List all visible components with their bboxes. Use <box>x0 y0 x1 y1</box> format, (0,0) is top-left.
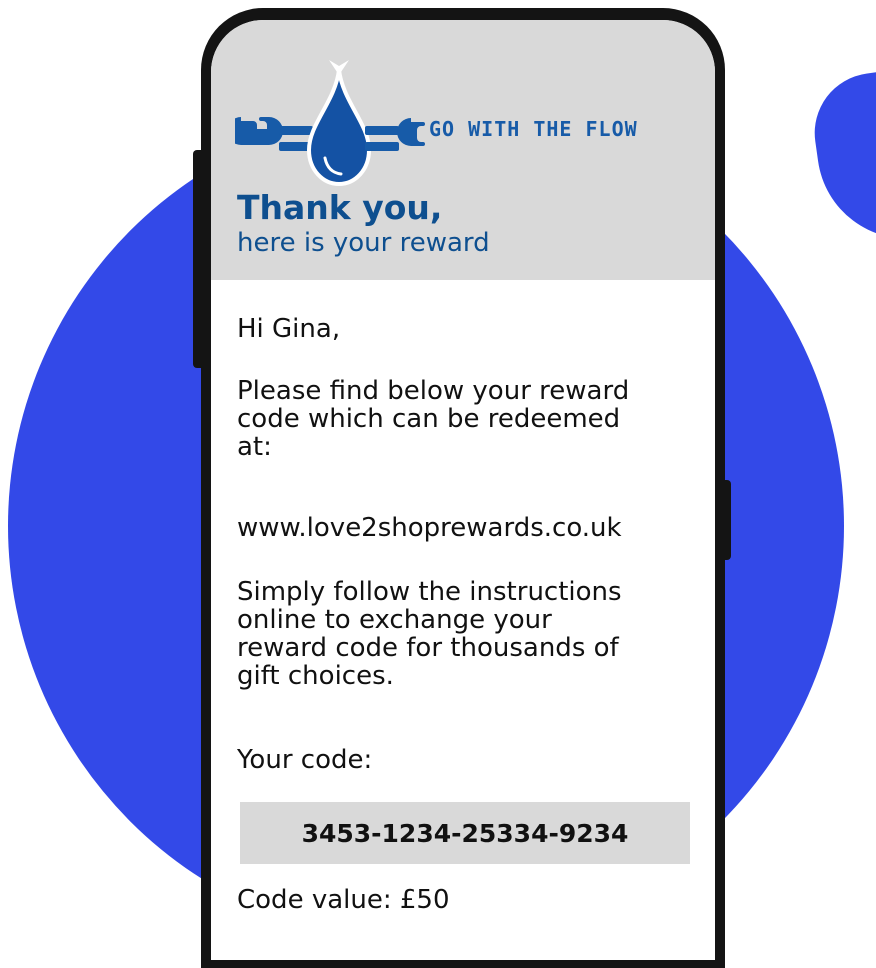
code-label: Your code: <box>237 745 373 775</box>
instructions-line-3: reward code for thousands of <box>237 633 619 663</box>
intro-line-1: Please find below your reward <box>237 376 630 406</box>
reward-url-link[interactable]: www.love2shoprewards.co.uk <box>237 514 622 542</box>
instructions-line-1: Simply follow the instructions <box>237 577 622 607</box>
reward-code-box[interactable]: 3453-1234-25334-9234 <box>240 802 690 864</box>
phone-screen: GO WITH THE FLOW Thank you, here is your… <box>211 20 715 960</box>
brand-name: GO WITH THE FLOW <box>429 117 638 141</box>
email-title: Thank you, <box>237 188 443 227</box>
intro-line-3: at: <box>237 432 272 462</box>
email-subtitle: here is your reward <box>237 228 490 258</box>
reward-code[interactable]: 3453-1234-25334-9234 <box>302 819 629 848</box>
instructions-line-4: gift choices. <box>237 661 394 691</box>
email-header: GO WITH THE FLOW Thank you, here is your… <box>211 20 715 280</box>
phone-frame: GO WITH THE FLOW Thank you, here is your… <box>201 8 725 968</box>
intro-line-2: code which can be redeemed <box>237 404 621 434</box>
greeting-text: Hi Gina, <box>237 314 341 344</box>
code-value-text: Code value: £50 <box>237 885 450 915</box>
background-shape <box>806 59 876 251</box>
instructions-line-2: online to exchange your <box>237 605 552 635</box>
